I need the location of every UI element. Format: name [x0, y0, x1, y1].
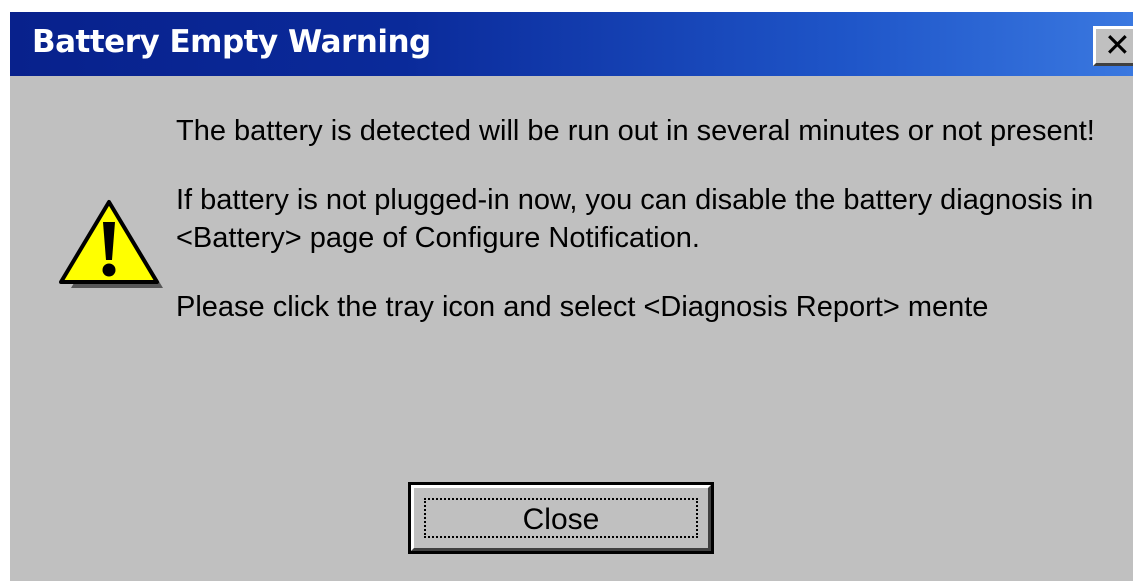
warning-triangle-icon	[59, 200, 163, 288]
close-button-label: Close	[424, 498, 698, 538]
message-line-2: If battery is not plugged-in now, you ca…	[176, 184, 1094, 254]
window-left-edge	[0, 12, 10, 581]
title-bar[interactable]: Battery Empty Warning ✕	[10, 12, 1133, 76]
dialog-title: Battery Empty Warning	[32, 24, 431, 60]
battery-warning-dialog: Battery Empty Warning ✕ The battery is d…	[0, 12, 1133, 581]
message-line-3: Please click the tray icon and select <D…	[176, 291, 989, 323]
close-button[interactable]: Close	[408, 482, 714, 554]
close-button-bevel: Close	[411, 485, 711, 551]
title-close-button[interactable]: ✕	[1093, 26, 1133, 66]
message-line-1: The battery is detected will be run out …	[176, 115, 1095, 147]
close-icon: ✕	[1104, 26, 1131, 64]
message-body: The battery is detected will be run out …	[176, 112, 1121, 357]
